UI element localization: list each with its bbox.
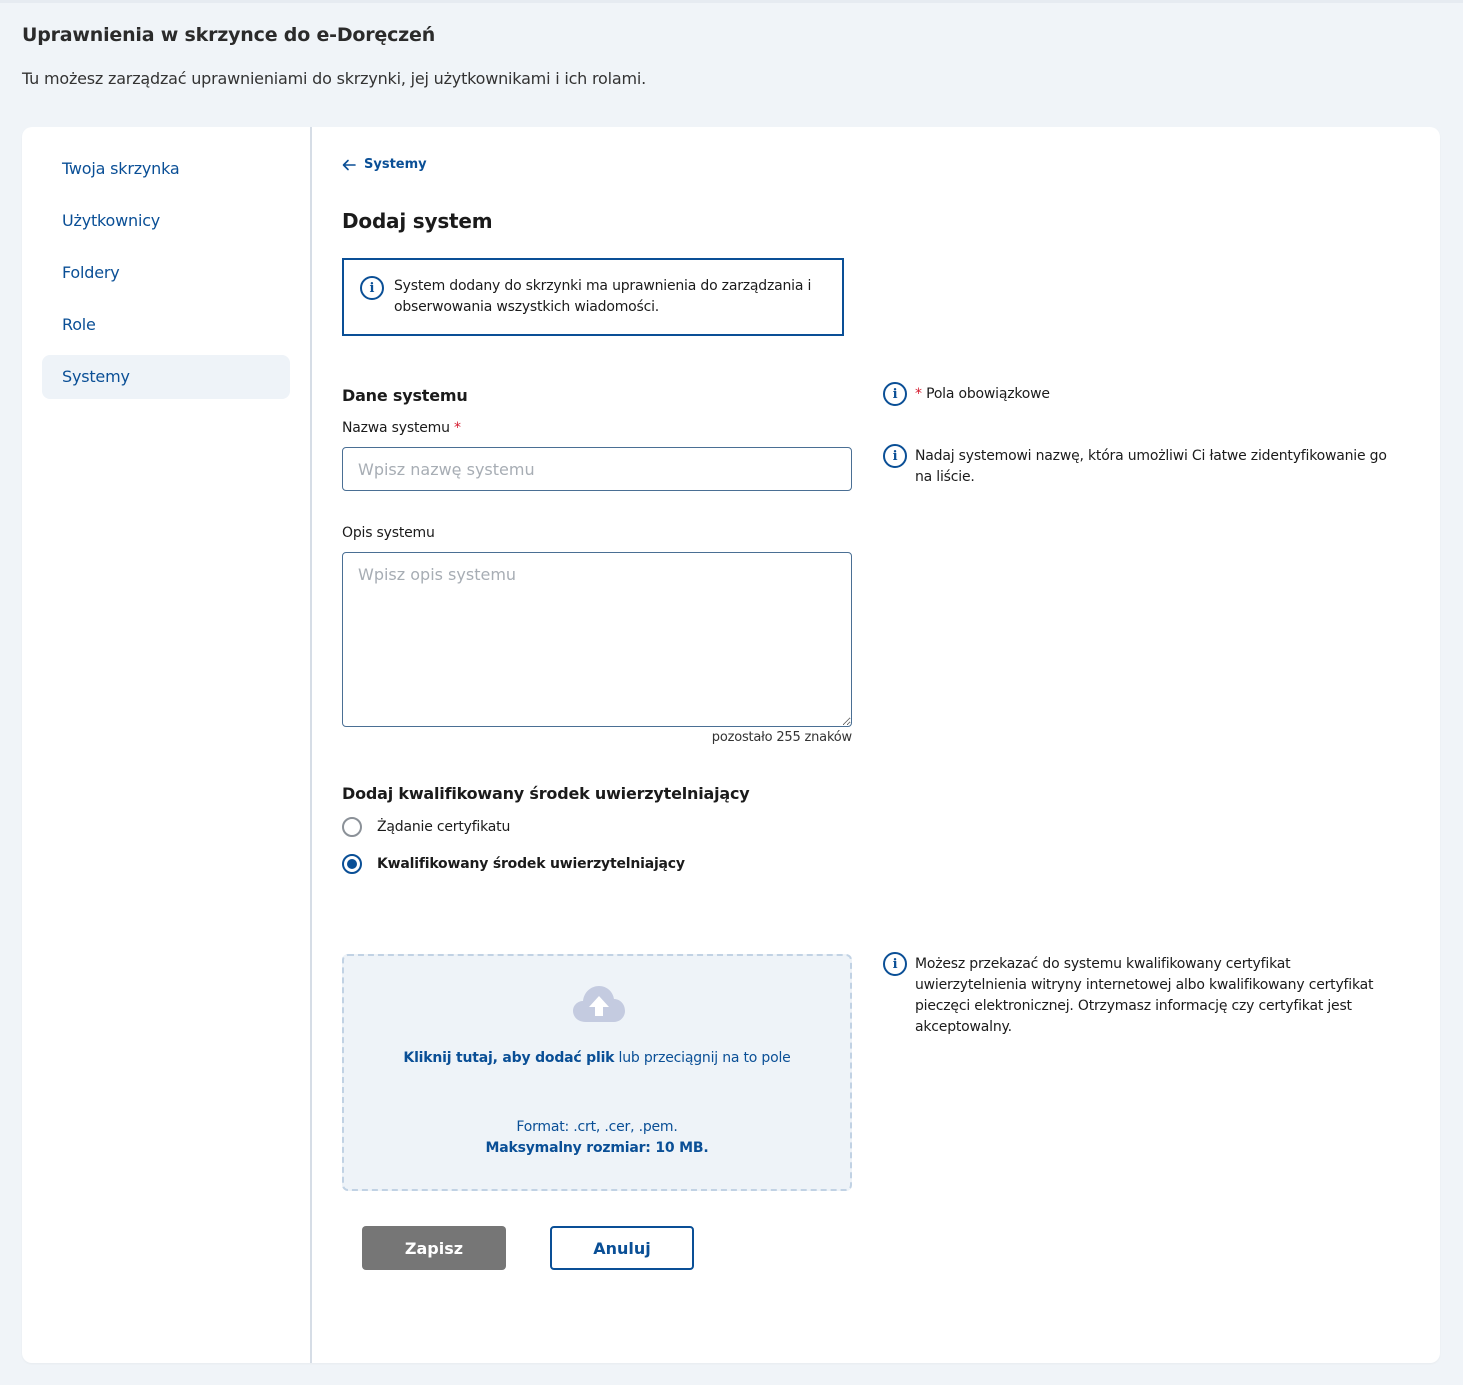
form-title: Dodaj system xyxy=(342,209,493,233)
upload-link[interactable]: Kliknij tutaj, aby dodać plik xyxy=(403,1050,614,1066)
info-alert: i System dodany do skrzynki ma uprawnien… xyxy=(342,258,844,336)
info-icon: i xyxy=(883,444,907,468)
settings-card: Twoja skrzynka Użytkownicy Foldery Role … xyxy=(22,127,1440,1363)
upload-hint: i Możesz przekazać do systemu kwalifikow… xyxy=(883,952,1403,1038)
radio-button-selected[interactable] xyxy=(342,854,362,874)
info-icon: i xyxy=(883,382,907,406)
cloud-upload-icon xyxy=(573,986,625,1022)
back-link-label: Systemy xyxy=(364,157,427,172)
required-note-text: Pola obowiązkowe xyxy=(926,386,1050,402)
sidebar-item-your-mailbox[interactable]: Twoja skrzynka xyxy=(42,147,290,191)
name-field-label-text: Nazwa systemu xyxy=(342,420,450,436)
page-description: Tu możesz zarządzać uprawnieniami do skr… xyxy=(22,69,646,88)
top-border xyxy=(0,0,1463,3)
upload-drag-text: lub przeciągnij na to pole xyxy=(614,1050,791,1066)
radio-label: Kwalifikowany środek uwierzytelniający xyxy=(377,856,685,872)
radio-qualified-auth[interactable]: Kwalifikowany środek uwierzytelniający xyxy=(342,854,685,874)
info-icon: i xyxy=(360,276,384,300)
name-field-label: Nazwa systemu * xyxy=(342,420,461,436)
sidebar-item-users[interactable]: Użytkownicy xyxy=(42,199,290,243)
alert-text: System dodany do skrzynki ma uprawnienia… xyxy=(394,278,812,315)
page-title: Uprawnienia w skrzynce do e-Doręczeń xyxy=(22,24,436,46)
back-link[interactable]: Systemy xyxy=(342,157,427,172)
radio-certificate-request[interactable]: Żądanie certyfikatu xyxy=(342,817,510,837)
file-dropzone[interactable]: Kliknij tutaj, aby dodać plik lub przeci… xyxy=(342,954,852,1191)
cancel-button[interactable]: Anuluj xyxy=(550,1226,694,1270)
system-description-textarea[interactable] xyxy=(342,552,852,727)
upload-instruction: Kliknij tutaj, aby dodać plik lub przeci… xyxy=(344,1050,850,1066)
sidebar-divider xyxy=(310,127,312,1363)
sidebar-item-folders[interactable]: Foldery xyxy=(42,251,290,295)
name-field-hint: i Nadaj systemowi nazwę, która umożliwi … xyxy=(883,444,1403,488)
arrow-left-icon xyxy=(342,159,356,170)
required-asterisk: * xyxy=(454,420,461,436)
required-asterisk: * xyxy=(915,386,922,402)
system-name-input[interactable] xyxy=(342,447,852,491)
character-counter: pozostało 255 znaków xyxy=(711,730,852,745)
info-icon: i xyxy=(883,952,907,976)
auth-heading: Dodaj kwalifikowany środek uwierzytelnia… xyxy=(342,784,750,803)
upload-hint-text: Możesz przekazać do systemu kwalifikowan… xyxy=(915,956,1374,1035)
sidebar-item-systems[interactable]: Systemy xyxy=(42,355,290,399)
system-data-heading: Dane systemu xyxy=(342,386,468,405)
save-button[interactable]: Zapisz xyxy=(362,1226,506,1270)
sidebar-item-roles[interactable]: Role xyxy=(42,303,290,347)
description-field-label: Opis systemu xyxy=(342,525,435,541)
radio-label: Żądanie certyfikatu xyxy=(377,819,511,835)
required-fields-note: i * Pola obowiązkowe xyxy=(883,382,1050,406)
upload-max-size: Maksymalny rozmiar: 10 MB. xyxy=(485,1140,709,1156)
name-field-hint-text: Nadaj systemowi nazwę, która umożliwi Ci… xyxy=(915,448,1387,485)
upload-format: Format: .crt, .cer, .pem. xyxy=(516,1119,678,1135)
radio-button[interactable] xyxy=(342,817,362,837)
